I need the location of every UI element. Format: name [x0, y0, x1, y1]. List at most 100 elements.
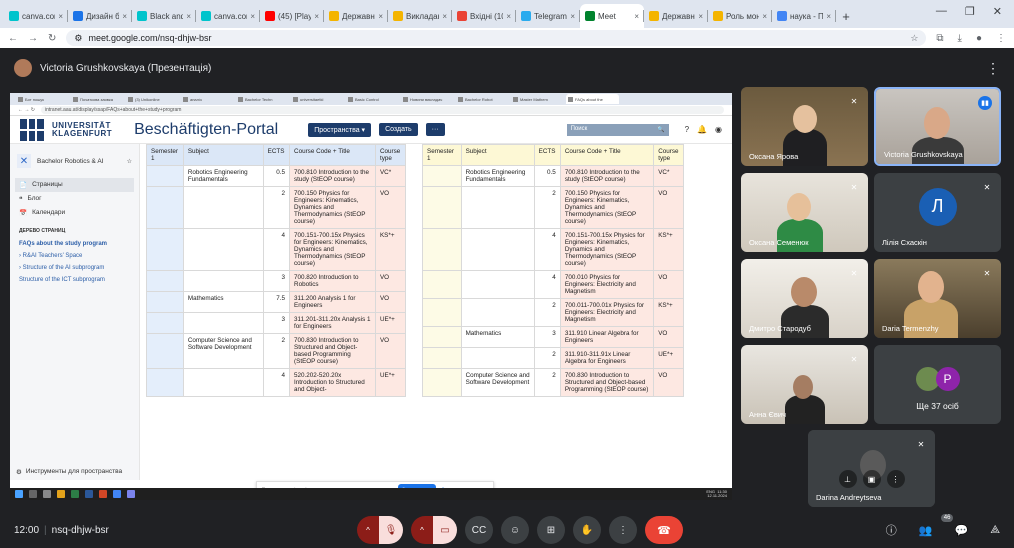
taskview-icon[interactable]	[43, 490, 51, 498]
extensions-icon[interactable]: ⧉	[936, 33, 943, 44]
star-icon[interactable]: ☆	[127, 158, 132, 165]
close-tab-icon[interactable]: ×	[314, 12, 319, 21]
browser-tab[interactable]: Викладан ×	[388, 4, 452, 28]
word-icon[interactable]	[85, 490, 93, 498]
close-tab-icon[interactable]: ×	[698, 12, 703, 21]
space-tools-link[interactable]: ⚙ Инструменты для пространства	[16, 468, 122, 476]
sidebar-item[interactable]: 📅 Календари	[15, 206, 134, 220]
back-icon[interactable]: ←	[8, 33, 18, 44]
close-tab-icon[interactable]: ×	[762, 12, 767, 21]
sidebar-item[interactable]: ❝ Блог	[15, 192, 134, 206]
help-icon[interactable]: ?	[685, 125, 689, 134]
teams-icon[interactable]	[127, 490, 135, 498]
bookmark-star-icon[interactable]: ☆	[910, 33, 918, 44]
close-tab-icon[interactable]: ×	[186, 12, 191, 21]
info-icon[interactable]: ⓘ	[886, 522, 897, 538]
table-row: Robotics Engineering Fundamentals 0.5 700.…	[422, 165, 684, 187]
close-tab-icon[interactable]: ×	[122, 12, 127, 21]
chat-icon[interactable]: 💬	[954, 524, 968, 537]
page-content: Semester 1 Subject ECTS Course Code + Title…	[140, 144, 732, 480]
download-icon[interactable]: ⤓	[958, 33, 962, 44]
shared-browser-tabs: Бот пошук Початкова заявка (3) Unikonline а…	[10, 93, 732, 105]
present-icon[interactable]: ⊞	[537, 516, 565, 544]
start-icon[interactable]	[15, 490, 23, 498]
browser-tab[interactable]: Роль мон ×	[708, 4, 772, 28]
camera-off-icon[interactable]: ▭	[433, 516, 457, 544]
mic-control[interactable]: ^ 🎙	[357, 516, 403, 544]
browser-tab[interactable]: Державн ×	[644, 4, 708, 28]
more-participants-tile[interactable]: P Ще 37 осіб	[874, 345, 1001, 424]
participant-tile[interactable]: ✕ Анна Євич	[741, 345, 868, 424]
page-tree-item[interactable]: Structure of the ICT subprogram	[15, 274, 134, 286]
search-taskbar-icon[interactable]	[29, 490, 37, 498]
excel-icon[interactable]	[71, 490, 79, 498]
browser-tab[interactable]: canva.com×	[196, 4, 260, 28]
activities-icon[interactable]: ⟁	[990, 524, 1000, 537]
emoji-icon[interactable]: ☺	[501, 516, 529, 544]
close-tab-icon[interactable]: ×	[442, 12, 447, 21]
profile-avatar[interactable]: ●	[976, 33, 982, 44]
powerpoint-icon[interactable]	[99, 490, 107, 498]
more-button[interactable]: ···	[425, 123, 445, 136]
user-icon[interactable]: ◉	[715, 125, 722, 134]
space-header[interactable]: ✕ Bachelor Robotics & AI ☆	[15, 150, 134, 172]
chevron-up-icon[interactable]: ^	[357, 516, 379, 544]
close-window-icon[interactable]: ✕	[993, 5, 1002, 18]
browser-tab[interactable]: canva.com×	[4, 4, 68, 28]
participant-tile-active[interactable]: ▮▮ Victoria Grushkovskaya	[874, 87, 1001, 166]
raise-hand-icon[interactable]: ✋	[573, 516, 601, 544]
browser-tab[interactable]: Black and ×	[132, 4, 196, 28]
captions-icon[interactable]: CC	[465, 516, 493, 544]
page-tree-item[interactable]: FAQs about the study program	[15, 238, 134, 250]
participant-tile[interactable]: Л ✕ Лілія Схаскін	[874, 173, 1001, 252]
sidebar-item[interactable]: 📄 Страницы	[15, 178, 134, 192]
spaces-button[interactable]: Пространства ▾	[308, 122, 372, 137]
more-options-icon[interactable]: ⋮	[886, 470, 905, 488]
close-tab-icon[interactable]: ×	[506, 12, 511, 21]
pin-icon[interactable]: ⊥	[838, 470, 857, 488]
reload-icon[interactable]: ↻	[48, 33, 56, 44]
more-options-icon[interactable]: ⋮	[609, 516, 637, 544]
browser-tab[interactable]: (45) [Playl ×	[260, 4, 324, 28]
participant-tile[interactable]: ✕ Дмитро Стародуб	[741, 259, 868, 338]
chrome-icon[interactable]	[113, 490, 121, 498]
close-tab-icon[interactable]: ×	[378, 12, 383, 21]
explorer-icon[interactable]	[57, 490, 65, 498]
browser-tab[interactable]: наука - П ×	[772, 4, 836, 28]
tab-label: canva.com	[214, 11, 247, 21]
close-tab-icon[interactable]: ×	[826, 12, 831, 21]
chevron-up-icon[interactable]: ^	[411, 516, 433, 544]
frame-icon[interactable]: ▣	[862, 470, 881, 488]
new-tab-button[interactable]: +	[836, 4, 856, 28]
url-field[interactable]: ⚙ meet.google.com/nsq-dhjw-bsr ☆	[66, 30, 927, 46]
browser-tab[interactable]: Державні ×	[324, 4, 388, 28]
participant-tile[interactable]: ✕ Оксана Семенюк	[741, 173, 868, 252]
search-input[interactable]: Поиск 🔍	[566, 123, 669, 136]
close-tab-icon[interactable]: ×	[570, 12, 575, 21]
menu-kebab-icon[interactable]: ⋮	[996, 33, 1006, 44]
end-call-button[interactable]: ☎	[645, 516, 683, 544]
mic-off-icon[interactable]: 🎙	[379, 516, 403, 544]
restore-icon[interactable]: ❐	[965, 5, 975, 18]
browser-tab[interactable]: Meet ×	[580, 4, 644, 28]
people-icon[interactable]: 👥 46	[919, 513, 954, 537]
browser-tab[interactable]: Вхідні (10 ×	[452, 4, 516, 28]
self-view-tile[interactable]: ✕ ⊥ ▣ ⋮ Darina Andreytseva	[808, 430, 935, 507]
page-tree-item[interactable]: › R&AI Teachers' Space	[15, 250, 134, 262]
cell-subject: Computer Science and Software Developmen…	[460, 368, 535, 397]
close-tab-icon[interactable]: ×	[58, 12, 63, 21]
notification-icon[interactable]: 🔔	[697, 125, 707, 134]
participant-tile[interactable]: ✕ Daria Termenzhy	[874, 259, 1001, 338]
site-info-icon[interactable]: ⚙	[74, 33, 82, 44]
more-options-icon[interactable]: ⋮	[986, 60, 1000, 77]
participant-tile[interactable]: ✕ Оксана Ярова	[741, 87, 868, 166]
page-tree-item[interactable]: › Structure of the AI subprogram	[15, 262, 134, 274]
forward-icon[interactable]: →	[28, 33, 38, 44]
browser-tab[interactable]: Telegram ×	[516, 4, 580, 28]
close-tab-icon[interactable]: ×	[634, 12, 639, 21]
close-tab-icon[interactable]: ×	[250, 12, 255, 21]
minimize-icon[interactable]: —	[936, 5, 947, 18]
camera-control[interactable]: ^ ▭	[411, 516, 457, 544]
browser-tab[interactable]: Дизайн бе×	[68, 4, 132, 28]
create-button[interactable]: Создать	[379, 123, 418, 136]
